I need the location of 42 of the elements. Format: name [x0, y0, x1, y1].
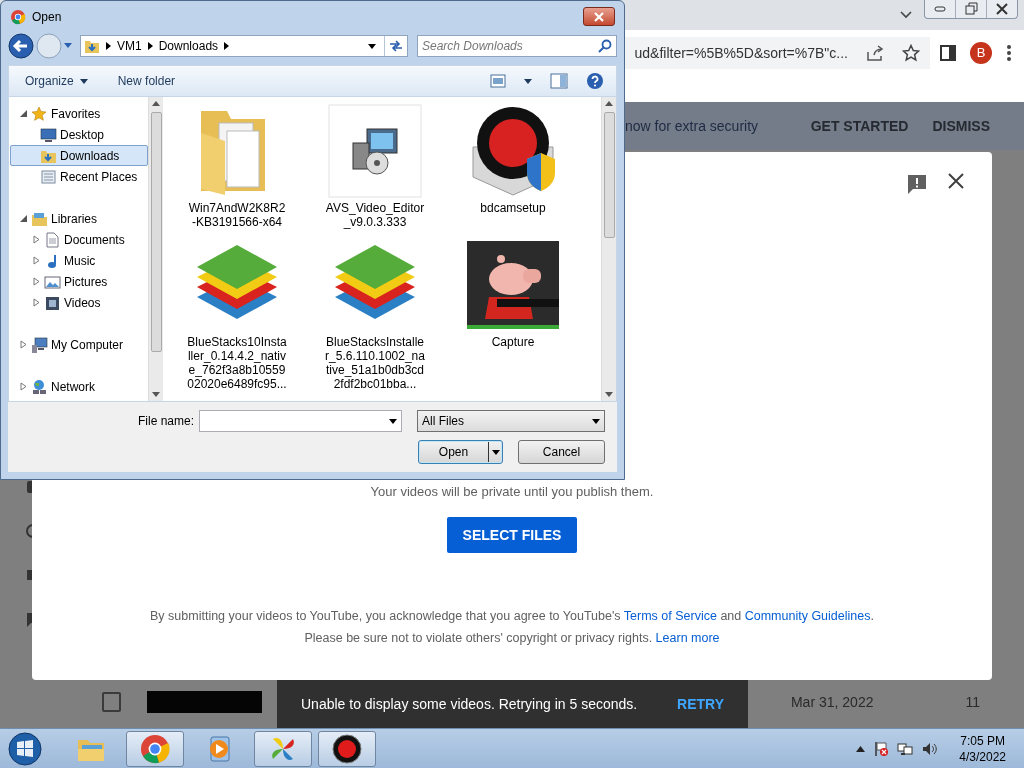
file-item[interactable]: BlueStacksInstaller_5.6.110.1002_native_51a1b0db3cd2fdf2bc01bba...	[306, 237, 444, 391]
nav-item[interactable]: Libraries	[10, 208, 148, 229]
file-item[interactable]: Win7AndW2K8R2-KB3191566-x64	[168, 103, 306, 229]
nav-item[interactable]: Music	[10, 250, 148, 271]
nav-item[interactable]: My Computer	[10, 334, 148, 355]
date-text: Mar 31, 2022	[790, 694, 874, 710]
breadcrumb[interactable]: VM1	[117, 39, 142, 53]
file-item[interactable]: Capture	[444, 237, 582, 391]
address-bar[interactable]: VM1 Downloads	[80, 35, 408, 57]
file-item[interactable]: bdcamsetup	[444, 103, 582, 229]
retry-button[interactable]: RETRY	[677, 696, 724, 712]
nav-item[interactable]: Favorites	[10, 103, 148, 124]
count-text: 11	[965, 694, 980, 710]
terms-text: By submitting your videos to YouTube, you acknowledge that you agree to YouTube's Terms of Service and Community Guidelines.	[150, 609, 874, 623]
privacy-note: Your videos will be private until you publish them.	[370, 484, 654, 499]
open-button[interactable]: Open	[418, 440, 503, 464]
nav-item[interactable]: Desktop	[10, 124, 148, 145]
search-field[interactable]: Search Downloads	[417, 35, 617, 57]
banner-text: now for extra security	[625, 118, 759, 134]
clock-time[interactable]: 7:05 PM	[960, 732, 1005, 749]
link[interactable]: Terms of Service	[623, 609, 717, 623]
field-label: File name:	[137, 414, 194, 428]
window-title: Open	[32, 9, 62, 24]
nav-item[interactable]: Pictures	[10, 271, 148, 292]
select-files-button[interactable]: SELECT FILES	[446, 517, 578, 553]
clock-date[interactable]: 4/3/2022	[959, 748, 1006, 765]
nav-item[interactable]: Videos	[10, 292, 148, 313]
organize-button[interactable]: Organize	[25, 74, 88, 88]
cancel-button[interactable]: Cancel	[518, 440, 605, 464]
file-item[interactable]: BlueStacks10Installer_0.14.4.2_native_762f3a8b1055902020e6489fc95...	[168, 237, 306, 391]
nav-item[interactable]: Documents	[10, 229, 148, 250]
link[interactable]: Learn more	[655, 631, 720, 645]
nav-item[interactable]: Network	[10, 376, 148, 397]
file-type-select[interactable]: All Files	[417, 410, 605, 432]
nav-item[interactable]: Downloads	[10, 145, 148, 166]
snackbar-message: Unable to display some videos. Retrying in 5 seconds.	[301, 696, 639, 712]
file-item[interactable]: AVS_Video_Editor_v9.0.3.333	[306, 103, 444, 229]
breadcrumb[interactable]: Downloads	[158, 39, 219, 53]
new-folder-button[interactable]: New folder	[117, 74, 176, 88]
rights-text: Please be sure not to violate others' copyright or privacy rights. Learn more	[304, 631, 720, 645]
nav-item[interactable]: Recent Places	[10, 166, 148, 187]
profile-avatar[interactable]: B	[970, 41, 992, 64]
